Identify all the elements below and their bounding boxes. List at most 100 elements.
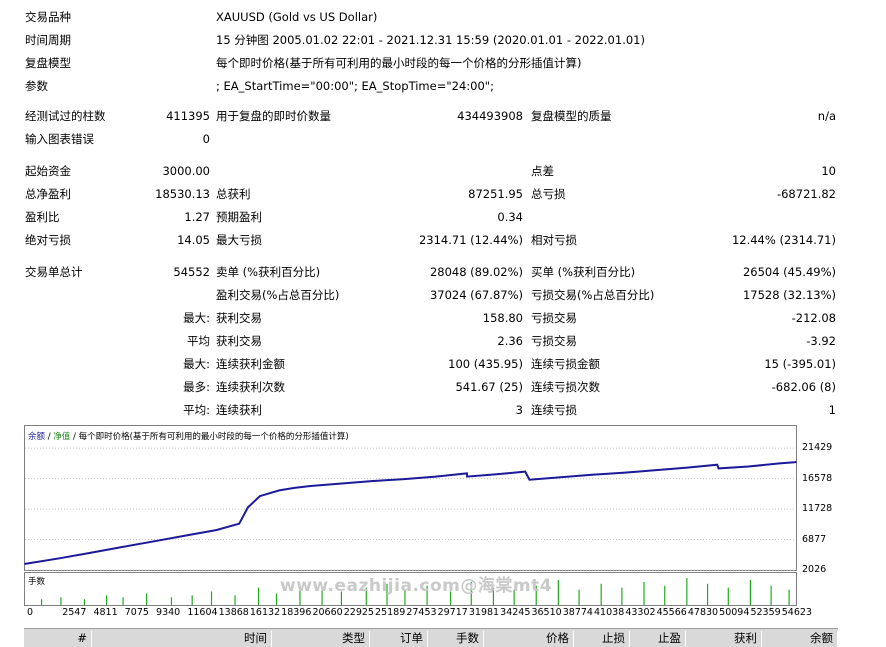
trades-table-header: # 时间 类型 订单 手数 价格 止损 止盈 获利 余额 (24, 628, 838, 647)
x-tick-label: 16132 (249, 607, 281, 618)
max-consecutive-losses-label: 连续亏损金额 (531, 357, 600, 371)
most-prefix: 最多: (183, 380, 210, 394)
table-header-cell[interactable]: 手数 (428, 631, 484, 647)
x-tick-label: 18396 (281, 607, 312, 618)
x-tick-label: 22925 (343, 607, 374, 618)
errors-value: 0 (202, 132, 210, 146)
table-header-cell[interactable]: 订单 (370, 631, 428, 647)
period-value: 15 分钟图 2005.01.02 22:01 - 2021.12.31 15:… (216, 33, 645, 47)
short-positions-value: 28048 (89.02%) (429, 265, 523, 279)
balance-point (372, 480, 374, 482)
errors-label: 输入图表错误 (25, 132, 94, 146)
balance-point (717, 467, 720, 470)
largest-profit-label: 获利交易 (216, 311, 262, 325)
long-positions-value: 26504 (45.49%) (742, 265, 836, 279)
legend-equity: 净值 (53, 432, 71, 442)
balance-point (184, 534, 187, 537)
table-header-cell[interactable]: 类型 (272, 631, 370, 647)
balance-point (778, 462, 781, 465)
balance-point (591, 473, 593, 476)
x-tick-label: 38774 (562, 607, 593, 618)
balance-point (466, 475, 469, 478)
balance-point (278, 489, 281, 492)
table-header-cell[interactable]: 时间 (92, 631, 272, 647)
average-loss-value: -3.92 (806, 334, 836, 348)
expected-payoff-value: 0.34 (497, 210, 523, 224)
balance-point (465, 472, 468, 475)
balance-panel-frame (24, 425, 797, 571)
table-header-cell[interactable]: 获利 (686, 631, 762, 647)
balance-point (238, 522, 241, 525)
legend-balance: 余额 (28, 432, 46, 442)
balance-point (309, 485, 312, 487)
most-consecutive-wins-value: 541.67 (25) (455, 380, 523, 394)
total-trades-value: 54552 (173, 265, 210, 279)
balance-point (524, 470, 527, 473)
spread-value: 10 (821, 164, 836, 178)
max-consecutive-wins-value: 100 (435.95) (448, 357, 523, 371)
gross-profit-value: 87251.95 (468, 187, 523, 201)
balance-point (59, 557, 62, 560)
most-consecutive-losses-label: 连续亏损次数 (531, 380, 600, 394)
table-header-cell[interactable]: 余额 (762, 631, 838, 647)
legend-model: 每个即时价格(基于所有可利用的最小时段的每一个价格的分形插值计算) (78, 432, 349, 442)
params-label: 参数 (25, 79, 48, 93)
balance-point (716, 463, 719, 466)
x-tick-label: 47830 (687, 607, 719, 618)
balance-point (653, 469, 656, 472)
x-tick-label: 11604 (187, 607, 218, 618)
net-profit-value: 18530.13 (155, 187, 210, 201)
avg-consecutive-losses-value: 1 (828, 403, 836, 417)
y-tick-label: 21429 (802, 442, 833, 454)
x-tick-label: 54623 (781, 607, 812, 618)
largest-profit-value: 158.80 (482, 311, 523, 325)
max-consecutive-wins-label: 连续获利金额 (216, 357, 285, 371)
x-tick-label: 41038 (594, 607, 625, 618)
average-prefix: 平均 (187, 334, 210, 348)
table-header-cell[interactable]: 止损 (574, 631, 630, 647)
largest-loss-value: -212.08 (791, 311, 836, 325)
absolute-drawdown-label: 绝对亏损 (25, 233, 71, 247)
net-profit-label: 总净盈利 (25, 187, 71, 201)
avg-consecutive-wins-label: 连续获利 (216, 403, 262, 417)
balance-point (258, 495, 261, 497)
max-drawdown-value: 2314.71 (12.44%) (418, 233, 523, 247)
maximum-prefix: 最大: (183, 357, 210, 371)
watermark-text: www.eazhijia.com@海棠mt4 (280, 576, 553, 596)
table-header-cell[interactable]: # (24, 631, 92, 647)
x-tick-label: 2547 (62, 607, 87, 618)
avg-consecutive-losses-label: 连续亏损 (531, 403, 577, 417)
balance-point (497, 473, 500, 475)
deposit-value: 3000.00 (162, 164, 210, 178)
x-tick-label: 36510 (531, 607, 562, 618)
x-tick-label: 29717 (437, 607, 468, 618)
legend-sep-2: / (70, 432, 79, 442)
quality-value: n/a (817, 109, 836, 123)
x-tick-label: 0 (27, 607, 34, 618)
most-consecutive-losses-value: -682.06 (8) (771, 380, 836, 394)
x-tick-label: 7075 (124, 607, 149, 618)
spread-label: 点差 (531, 164, 554, 178)
balance-point (121, 546, 124, 548)
loss-trades-value: 17528 (32.13%) (742, 288, 836, 302)
absolute-drawdown-value: 14.05 (177, 233, 210, 247)
max-drawdown-label: 最大亏损 (216, 233, 262, 247)
bars-label: 经测试过的柱数 (25, 109, 106, 123)
profit-factor-value: 1.27 (184, 210, 210, 224)
x-tick-label: 4811 (93, 607, 118, 618)
balance-point (559, 476, 562, 479)
balance-point (340, 482, 343, 485)
y-tick-label: 11728 (802, 503, 833, 515)
period-label: 时间周期 (25, 33, 71, 47)
balance-point (528, 478, 531, 481)
x-tick-label: 20660 (312, 607, 343, 618)
table-header-cell[interactable]: 价格 (484, 631, 574, 647)
average-profit-value: 2.36 (497, 334, 523, 348)
table-header-cell[interactable]: 止盈 (630, 631, 686, 647)
x-tick-label: 27453 (406, 607, 437, 618)
y-tick-label: 2026 (802, 564, 827, 575)
gross-loss-label: 总亏损 (531, 187, 566, 201)
avg-consecutive-prefix: 平均: (183, 403, 210, 417)
short-positions-label: 卖单 (%获利百分比) (216, 265, 321, 279)
bars-value: 411395 (166, 109, 210, 123)
